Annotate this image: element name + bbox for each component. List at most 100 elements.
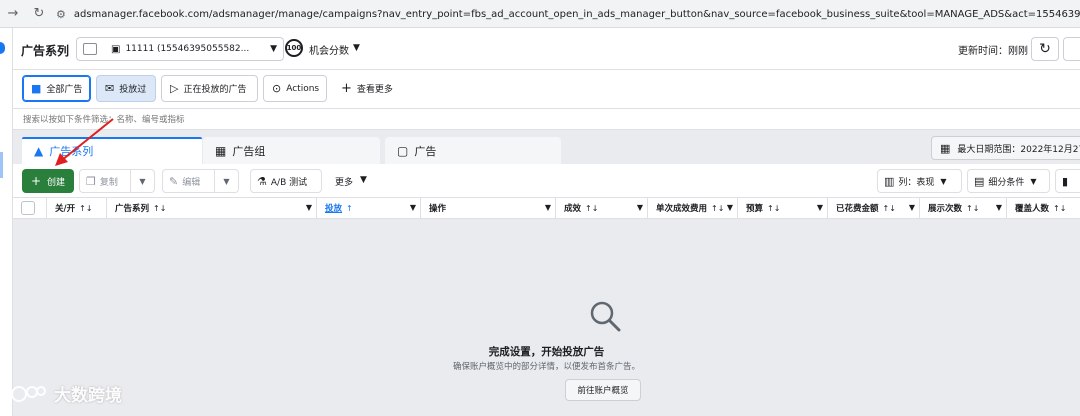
- select-all-checkbox[interactable]: [21, 201, 35, 215]
- filter-delivered-label: 投放过: [119, 85, 147, 95]
- column-header-delivery[interactable]: 投放 ↑ ▼: [317, 198, 421, 218]
- truncated-header-button[interactable]: 拉: [1063, 37, 1080, 61]
- columns-button[interactable]: ▥ 列：表现 ▼: [877, 169, 962, 193]
- plus-icon: +: [341, 81, 352, 96]
- column-header-results[interactable]: 成效 ↑↓ ▼: [556, 198, 648, 218]
- chevron-down-icon: ▼: [305, 203, 312, 212]
- action-toolbar: + 创建 ❐ 复制 ▼ ✎ 编辑 ▼ ⚗ A/B 测试 更多 ▼ ▥ 列：表现 …: [13, 164, 1080, 197]
- filter-active-ads-button[interactable]: ▷ 正在投放的广告: [161, 75, 258, 102]
- ab-test-label: A/B 测试: [270, 177, 308, 188]
- plus-icon: +: [30, 174, 42, 188]
- create-button[interactable]: + 创建: [22, 169, 74, 193]
- chevron-down-icon: ▼: [995, 203, 1002, 212]
- column-label: 单次成效费用: [656, 204, 708, 214]
- reports-button[interactable]: ▮: [1055, 169, 1080, 193]
- tab-ads-label: 广告: [414, 144, 437, 158]
- column-header-toggle[interactable]: 关/开 ↑↓: [47, 198, 107, 218]
- browser-toolbar: → ↻ ⚙ adsmanager.facebook.com/adsmanager…: [0, 0, 1080, 28]
- column-header-campaign[interactable]: 广告系列 ↑↓ ▼: [107, 198, 317, 218]
- column-label: 操作: [429, 204, 447, 214]
- url-text: adsmanager.facebook.com/adsmanager/manag…: [73, 8, 1080, 20]
- see-more-filters-button[interactable]: + 查看更多: [341, 81, 393, 96]
- select-all-column: [13, 198, 47, 218]
- column-header-actions[interactable]: 操作 ▼: [421, 198, 556, 218]
- empty-state: 完成设置，开始投放广告 确保账户概览中的部分详情，以便发布首条广告。 前往账户概…: [13, 219, 1080, 416]
- column-label: 广告系列: [115, 204, 150, 214]
- site-settings-icon[interactable]: ⚙: [56, 8, 66, 21]
- chevron-down-icon[interactable]: ▼: [353, 43, 360, 53]
- refresh-icon: ↻: [1039, 41, 1051, 57]
- back-arrow-icon[interactable]: →: [0, 0, 26, 28]
- more-button[interactable]: 更多: [335, 175, 353, 188]
- grid-icon: ▦: [215, 143, 227, 158]
- breakdown-label: 细分条件: [988, 177, 1025, 188]
- chevron-down-icon: ▼: [636, 203, 643, 212]
- filter-all-ads-button[interactable]: ■ 全部广告: [22, 75, 91, 102]
- filter-active-ads-label: 正在投放的广告: [183, 85, 247, 95]
- refresh-button[interactable]: ↻: [1031, 37, 1059, 61]
- copy-dropdown-button[interactable]: ▼: [131, 169, 155, 193]
- chevron-down-icon: ▼: [1030, 176, 1037, 186]
- column-header-reach[interactable]: 覆盖人数 ↑↓: [1007, 198, 1080, 218]
- column-label: 关/开: [55, 204, 76, 214]
- campaign-folder-icon: ▲: [34, 143, 44, 158]
- edit-dropdown-button[interactable]: ▼: [215, 169, 239, 193]
- column-header-impressions[interactable]: 展示次数 ↑↓ ▼: [920, 198, 1007, 218]
- column-label: 成效: [564, 204, 582, 214]
- breakdown-button[interactable]: ▤ 细分条件 ▼: [967, 169, 1050, 193]
- empty-state-subtitle: 确保账户概览中的部分详情，以便发布首条广告。: [452, 362, 640, 372]
- chevron-down-icon: ▼: [270, 44, 277, 54]
- tab-campaigns-label: 广告系列: [49, 144, 94, 158]
- sort-icon: ↑↓: [711, 203, 725, 213]
- edit-button[interactable]: ✎ 编辑: [162, 169, 215, 193]
- account-selector[interactable]: ▣ 11111 (15546395055582... ▼: [76, 37, 284, 61]
- chevron-down-icon: ▼: [940, 176, 947, 186]
- search-icon: [590, 301, 621, 332]
- copy-label: 复制: [99, 177, 118, 188]
- watermark-text: 大数跨境: [54, 386, 122, 406]
- chevron-down-icon[interactable]: ▼: [360, 175, 367, 185]
- sort-icon: ↑↓: [153, 203, 167, 213]
- ab-test-button[interactable]: ⚗ A/B 测试: [250, 169, 322, 193]
- filter-delivered-button[interactable]: ✉ 投放过: [96, 75, 156, 102]
- column-label: 覆盖人数: [1015, 204, 1050, 214]
- copy-button[interactable]: ❐ 复制: [79, 169, 131, 193]
- ad-account-icon: ▣: [111, 43, 121, 55]
- empty-state-title: 完成设置，开始投放广告: [488, 346, 605, 358]
- watermark: 大数跨境: [10, 381, 122, 406]
- page-title: 广告系列: [21, 44, 70, 58]
- level-tabs: ▲ 广告系列 ▦ 广告组 ▢ 广告 ▦ 最大日期范围：2022年12月27日: [13, 130, 1080, 164]
- filter-actions-button[interactable]: ⊙ Actions: [263, 75, 327, 102]
- tab-adsets[interactable]: ▦ 广告组: [203, 137, 380, 164]
- sort-up-icon: ↑: [346, 203, 353, 213]
- column-label: 预算: [746, 204, 764, 214]
- column-header-cost-per-result[interactable]: 单次成效费用 ↑↓ ▼: [648, 198, 738, 218]
- filter-actions-label: Actions: [286, 83, 320, 94]
- tab-campaigns[interactable]: ▲ 广告系列: [22, 137, 202, 164]
- sort-icon: ↑↓: [966, 203, 980, 213]
- tab-ads[interactable]: ▢ 广告: [385, 137, 561, 164]
- chevron-down-icon: ▼: [816, 203, 823, 212]
- date-range-picker[interactable]: ▦ 最大日期范围：2022年12月27日: [931, 136, 1080, 160]
- logo-icon[interactable]: [0, 42, 5, 54]
- opportunity-score-badge[interactable]: 100: [285, 39, 303, 57]
- pencil-icon: ✎: [169, 174, 179, 188]
- column-header-budget[interactable]: 预算 ↑↓ ▼: [738, 198, 828, 218]
- sort-icon: ↑↓: [1053, 203, 1067, 213]
- search-input[interactable]: [23, 112, 1073, 128]
- address-bar[interactable]: ⚙ adsmanager.facebook.com/adsmanager/man…: [56, 4, 1080, 24]
- go-to-account-overview-button[interactable]: 前往账户概览: [565, 379, 641, 401]
- account-square-icon: [83, 43, 97, 55]
- sort-icon: ↑↓: [585, 203, 599, 213]
- sort-icon: ↑↓: [882, 203, 896, 213]
- chevron-down-icon: ▼: [908, 203, 915, 212]
- opportunity-score-label[interactable]: 机会分数: [309, 42, 349, 57]
- columns-label: 列：表现: [898, 177, 935, 188]
- column-label: 展示次数: [928, 204, 963, 214]
- sort-icon: ↑↓: [79, 203, 93, 213]
- columns-icon: ▥: [884, 174, 895, 188]
- column-header-amount-spent[interactable]: 已花费金额 ↑↓ ▼: [828, 198, 920, 218]
- flask-icon: ⚗: [257, 174, 267, 188]
- calendar-icon: ▦: [940, 141, 951, 155]
- reload-icon[interactable]: ↻: [26, 0, 52, 28]
